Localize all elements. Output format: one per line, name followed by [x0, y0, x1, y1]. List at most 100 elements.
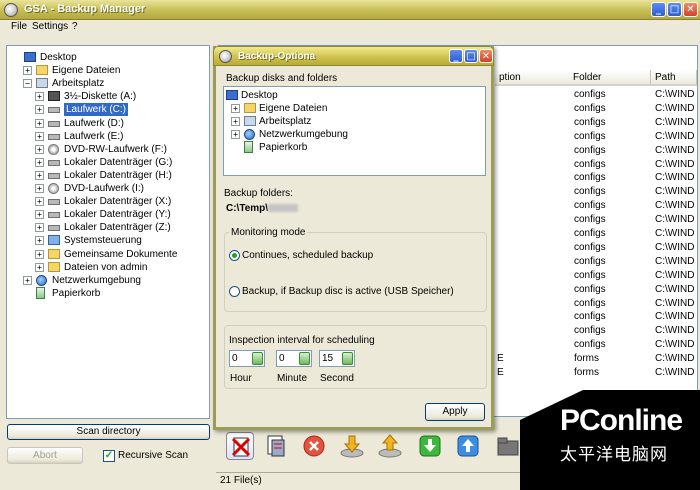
column-header-description[interactable]: ption — [495, 70, 573, 86]
folder-tree[interactable]: Desktop + Eigene Dateien − Arbeitsplatz +3½-D… — [6, 45, 210, 419]
cell-path: C:\WIND — [655, 130, 695, 142]
cell-folder: configs — [574, 186, 606, 198]
dialog-title-bar[interactable]: Backup-Optiona _ □ ✕ — [213, 46, 494, 66]
select-files-icon[interactable] — [262, 432, 290, 460]
expand-icon[interactable]: + — [35, 105, 44, 115]
tree-item[interactable]: + Laufwerk (E:) — [7, 130, 207, 143]
tree-item[interactable]: + Netzwerkumgebung — [7, 274, 207, 287]
tree-item[interactable]: + DVD-Laufwerk (I:) — [7, 182, 207, 195]
expand-icon[interactable]: + — [231, 104, 240, 113]
expand-icon[interactable]: + — [35, 236, 44, 246]
tree-item[interactable]: + Eigene Dateien — [7, 64, 207, 77]
cell-path: C:\WIND — [655, 255, 695, 267]
tree-item[interactable]: + Lokaler Datenträger (G:) — [7, 156, 207, 169]
expand-icon[interactable]: + — [35, 262, 44, 272]
expand-icon[interactable]: + — [35, 118, 44, 128]
cell-path: C:\WIND — [655, 241, 695, 253]
column-header-path[interactable]: Path — [651, 70, 697, 86]
usb-backup-radio[interactable] — [229, 286, 240, 297]
usb-backup-label[interactable]: Backup, if Backup disc is active (USB Sp… — [242, 286, 454, 297]
tree-item[interactable]: − Arbeitsplatz — [7, 77, 207, 90]
expand-icon[interactable]: + — [35, 170, 44, 180]
expand-icon[interactable]: + — [231, 117, 240, 126]
dialog-tree-item[interactable]: + Arbeitsplatz — [224, 115, 482, 128]
tree-item[interactable]: + DVD-RW-Laufwerk (F:) — [7, 143, 207, 156]
minimize-button[interactable]: _ — [651, 2, 666, 17]
drive-icon — [48, 225, 60, 232]
second-stepper-buttons[interactable] — [342, 352, 353, 365]
hour-stepper[interactable]: 0 — [229, 350, 265, 367]
cell-path: C:\WIND — [655, 353, 695, 365]
scan-directory-button[interactable]: Scan directory — [7, 424, 210, 440]
cell-path: C:\WIND — [655, 89, 695, 100]
hour-stepper-buttons[interactable] — [252, 352, 263, 365]
continuous-backup-radio[interactable] — [229, 250, 240, 261]
restore-icon[interactable] — [416, 432, 444, 460]
cell-path: C:\WIND — [655, 200, 695, 212]
expand-icon[interactable]: + — [231, 130, 240, 139]
tree-item[interactable]: + Systemsteuerung — [7, 234, 207, 247]
dialog-tree-item[interactable]: + Netzwerkumgebung — [224, 128, 482, 141]
close-button[interactable]: ✕ — [683, 2, 698, 17]
menu-settings[interactable]: Settings — [32, 21, 68, 32]
dialog-maximize-button[interactable]: □ — [464, 49, 478, 63]
tree-item[interactable]: + Lokaler Datenträger (Z:) — [7, 221, 207, 234]
delete-files-icon[interactable] — [226, 432, 254, 460]
drive-icon — [48, 212, 60, 219]
tree-item[interactable]: + Gemeinsame Dokumente — [7, 248, 207, 261]
minute-label: Minute — [277, 373, 308, 384]
cell-path: C:\WIND — [655, 228, 695, 239]
column-header-folder[interactable]: Folder — [569, 70, 651, 86]
expand-icon[interactable]: + — [35, 157, 44, 167]
recycle-bin-icon — [244, 141, 253, 153]
expand-icon[interactable]: + — [35, 131, 44, 141]
second-stepper[interactable]: 15 — [319, 350, 355, 367]
tree-item[interactable]: + Dateien von admin — [7, 261, 207, 274]
remove-icon[interactable] — [300, 432, 328, 460]
dialog-tree-item[interactable]: Papierkorb — [224, 141, 482, 154]
tree-item[interactable]: + Lokaler Datenträger (Y:) — [7, 208, 207, 221]
cell-description: E — [497, 367, 504, 378]
recursive-scan-checkbox[interactable]: ✓ — [103, 450, 115, 462]
continuous-backup-label[interactable]: Continues, scheduled backup — [242, 250, 373, 261]
dialog-close-button[interactable]: ✕ — [479, 49, 493, 63]
cell-folder: configs — [574, 241, 606, 253]
menu-help[interactable]: ? — [72, 21, 78, 32]
maximize-button[interactable]: □ — [667, 2, 682, 17]
expand-icon[interactable]: + — [35, 184, 44, 193]
tree-item[interactable]: Papierkorb — [7, 286, 207, 300]
dialog-tree-item-label: Arbeitsplatz — [259, 116, 312, 127]
dialog-minimize-button[interactable]: _ — [449, 49, 463, 63]
tree-item[interactable]: +3½-Diskette (A:) — [7, 90, 207, 103]
tree-item[interactable]: Desktop — [7, 51, 207, 64]
collapse-icon[interactable]: − — [23, 79, 32, 89]
expand-icon[interactable]: + — [23, 66, 32, 76]
abort-button[interactable]: Abort — [7, 447, 83, 464]
menu-file[interactable]: File — [11, 21, 27, 32]
tree-item[interactable]: + Lokaler Datenträger (X:) — [7, 195, 207, 208]
tree-item[interactable]: + Laufwerk (C:) — [7, 103, 207, 117]
dialog-tree-item[interactable]: + Eigene Dateien — [224, 102, 482, 115]
tree-item[interactable]: + Lokaler Datenträger (H:) — [7, 169, 207, 182]
expand-icon[interactable]: + — [35, 210, 44, 220]
upload-icon[interactable] — [376, 432, 404, 460]
minute-stepper-buttons[interactable] — [299, 352, 310, 365]
expand-icon[interactable]: + — [35, 223, 44, 233]
dialog-tree-item[interactable]: Desktop — [224, 89, 482, 102]
minute-stepper[interactable]: 0 — [276, 350, 312, 367]
title-bar[interactable]: GSA - Backup Manager _ □ ✕ — [0, 0, 700, 20]
expand-icon[interactable]: + — [23, 275, 32, 285]
floppy-icon — [48, 91, 60, 102]
tree-item[interactable]: + Laufwerk (D:) — [7, 117, 207, 130]
expand-icon[interactable]: + — [35, 144, 44, 154]
expand-icon[interactable]: + — [35, 197, 44, 207]
expand-icon[interactable]: + — [35, 92, 44, 102]
backup-folder-value: C:\Temp\ — [226, 203, 299, 214]
expand-icon[interactable]: + — [35, 249, 44, 259]
download-icon[interactable] — [338, 432, 366, 460]
folder-icon[interactable] — [494, 432, 522, 460]
cell-path: C:\WIND — [655, 172, 695, 184]
backup-icon[interactable] — [454, 432, 482, 460]
backup-folder-tree[interactable]: Desktop + Eigene Dateien + Arbeitsplatz + Netz… — [223, 86, 486, 176]
apply-button[interactable]: Apply — [425, 403, 485, 421]
